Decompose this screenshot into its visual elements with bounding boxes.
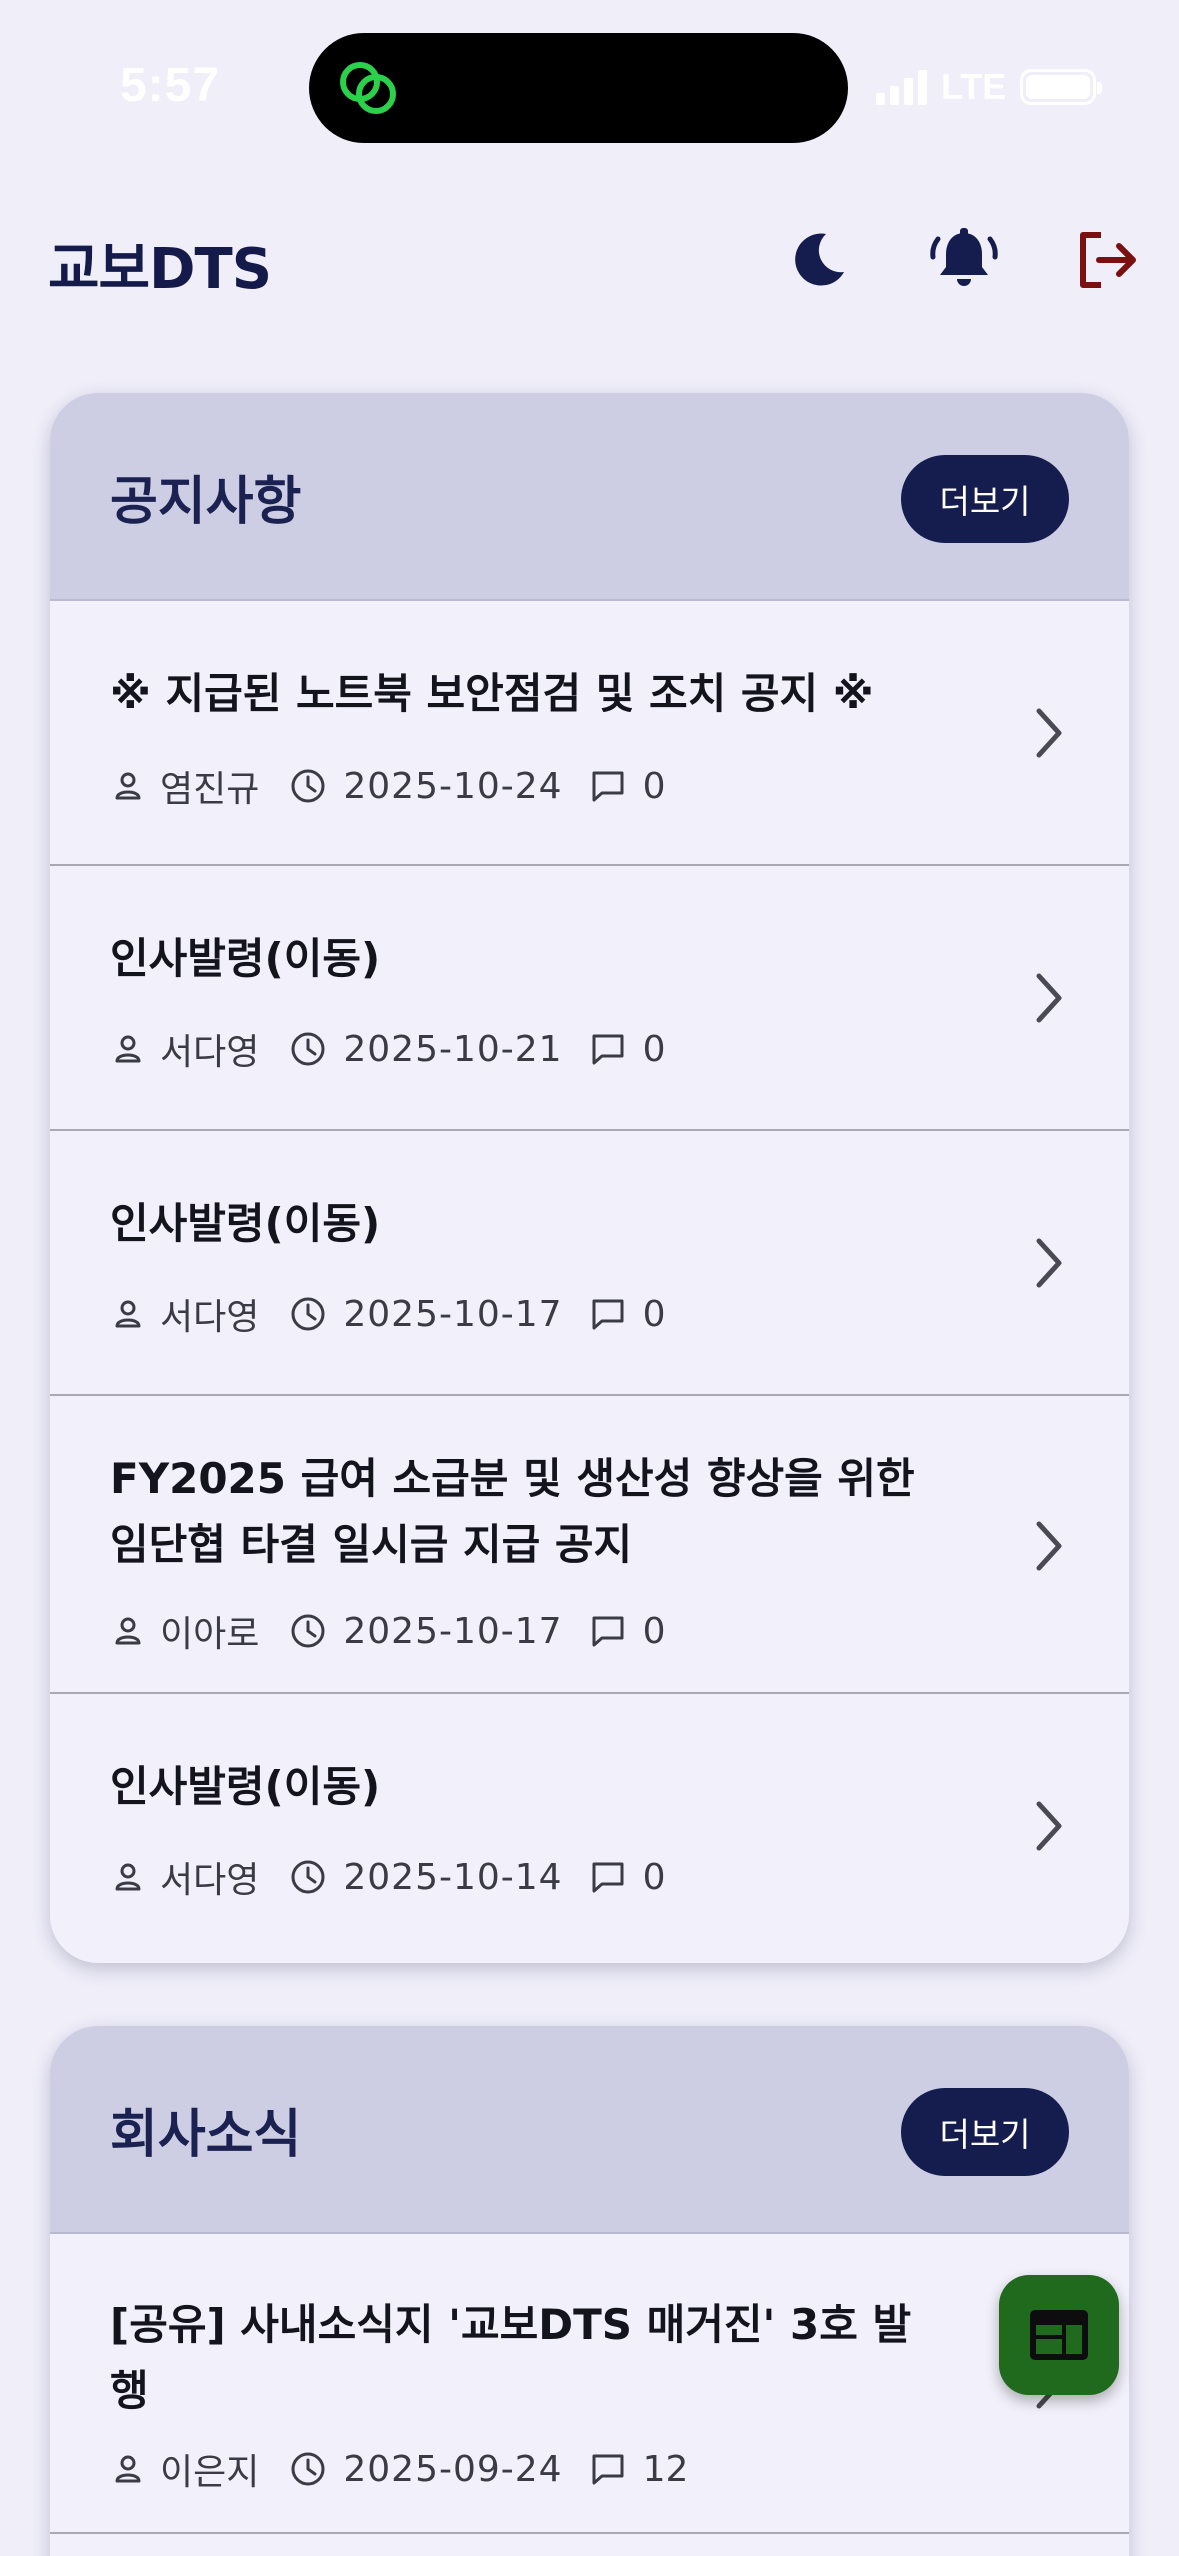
notice-item[interactable]: 인사발령(이동) 서다영 2025-10-21 0 <box>50 866 1129 1131</box>
notice-meta: 서다영 2025-10-14 0 <box>110 1852 666 1902</box>
person-icon <box>115 772 141 800</box>
notice-date: 2025-10-21 <box>343 1028 563 1070</box>
notice-item[interactable]: ※ 지급된 노트북 보안점검 및 조치 공지 ※ 염진규 2025-10-24 … <box>50 601 1129 866</box>
notice-author: 이아로 <box>160 1614 260 1655</box>
notices-more-button[interactable]: 더보기 <box>901 455 1069 543</box>
notice-date: 2025-10-17 <box>343 1610 563 1652</box>
notice-title-line: 임단협 타결 일시금 지급 공지 <box>110 1520 633 1569</box>
network-type: LTE <box>941 66 1007 107</box>
person-icon <box>115 1863 141 1891</box>
dark-mode-button[interactable] <box>778 220 858 300</box>
notice-date: 2025-10-14 <box>343 1856 563 1898</box>
notice-meta: 서다영 2025-10-17 0 <box>110 1289 666 1339</box>
notice-comment-count: 0 <box>642 1610 666 1652</box>
notice-author: 염진규 <box>160 769 260 810</box>
news-author: 이은지 <box>160 2452 260 2493</box>
comment-icon <box>592 1616 624 1647</box>
news-date: 2025-09-24 <box>343 2448 563 2490</box>
news-title: 회사소식 <box>110 2105 302 2165</box>
notice-comment-count: 0 <box>642 1856 666 1898</box>
news-more-button[interactable]: 더보기 <box>901 2088 1069 2176</box>
notice-meta: 이아로 2025-10-17 0 <box>110 1606 666 1656</box>
web-layout-icon <box>1030 2310 1088 2360</box>
news-item-title: [공유] 사내소식지 '교보DTS 매거진' 3호 발 행 <box>110 2292 1010 2424</box>
news-card-header: 회사소식 더보기 <box>50 2026 1129 2234</box>
status-indicators: LTE <box>876 62 1103 112</box>
clock-icon <box>291 2452 325 2486</box>
clock-icon <box>291 1032 325 1066</box>
notice-item[interactable]: 인사발령(이동) 서다영 2025-10-14 0 <box>50 1694 1129 1960</box>
link-rings-icon <box>340 62 396 114</box>
notice-item[interactable]: FY2025 급여 소급분 및 생산성 향상을 위한 임단협 타결 일시금 지급… <box>50 1396 1129 1694</box>
notice-title: 인사발령(이동) <box>110 1762 381 1811</box>
person-icon <box>115 1617 141 1645</box>
news-title-line: [공유] 사내소식지 '교보DTS 매거진' 3호 발 <box>110 2300 912 2349</box>
chevron-right-icon <box>1036 1521 1062 1571</box>
dynamic-island <box>309 33 848 143</box>
notice-title-line: FY2025 급여 소급분 및 생산성 향상을 위한 <box>110 1454 915 1503</box>
comment-icon <box>592 771 624 802</box>
notifications-button[interactable] <box>924 220 1004 300</box>
notice-title: 인사발령(이동) <box>110 1199 381 1248</box>
notice-meta: 염진규 2025-10-24 0 <box>110 761 666 811</box>
news-comment-count: 12 <box>642 2448 689 2490</box>
notice-title: ※ 지급된 노트북 보안점검 및 조치 공지 ※ <box>110 669 874 718</box>
notice-title: 인사발령(이동) <box>110 934 381 983</box>
notice-author: 서다영 <box>160 1297 260 1338</box>
person-icon <box>115 1035 141 1063</box>
comment-icon <box>592 2454 624 2485</box>
comment-icon <box>592 1862 624 1893</box>
web-layout-fab[interactable] <box>999 2275 1119 2395</box>
logout-icon <box>1080 232 1136 288</box>
notice-date: 2025-10-24 <box>343 765 563 807</box>
notice-date: 2025-10-17 <box>343 1293 563 1335</box>
status-bar: 5:57 LTE <box>0 0 1179 170</box>
clock-icon <box>291 1614 325 1648</box>
comment-icon <box>592 1299 624 1330</box>
clock-icon <box>291 769 325 803</box>
status-time: 5:57 <box>120 59 221 112</box>
notice-title: FY2025 급여 소급분 및 생산성 향상을 위한 임단협 타결 일시금 지급… <box>110 1446 1010 1578</box>
clock-icon <box>291 1860 325 1894</box>
news-card: 회사소식 더보기 [공유] 사내소식지 '교보DTS 매거진' 3호 발 행 이… <box>50 2026 1129 2556</box>
notice-comment-count: 0 <box>642 1028 666 1070</box>
moon-icon <box>795 233 844 286</box>
notice-item[interactable]: 인사발령(이동) 서다영 2025-10-17 0 <box>50 1131 1129 1396</box>
notice-author: 서다영 <box>160 1860 260 1901</box>
app-title: 교보DTS <box>48 237 272 302</box>
battery-icon <box>1020 69 1103 105</box>
notices-card-header: 공지사항 더보기 <box>50 393 1129 601</box>
chevron-right-icon <box>1036 708 1062 758</box>
logout-button[interactable] <box>1066 220 1146 300</box>
person-icon <box>115 1300 141 1328</box>
notices-card: 공지사항 더보기 ※ 지급된 노트북 보안점검 및 조치 공지 ※ 염진규 20… <box>50 393 1129 1963</box>
chevron-right-icon <box>1036 1238 1062 1288</box>
chevron-right-icon <box>1036 1801 1062 1851</box>
clock-icon <box>291 1297 325 1331</box>
comment-icon <box>592 1034 624 1065</box>
notice-author: 서다영 <box>160 1032 260 1073</box>
news-item[interactable]: [공유] 사내소식지 '교보DTS 매거진' 3호 발 행 이은지 2025-0… <box>50 2234 1129 2534</box>
app-header: 교보DTS <box>0 190 1179 330</box>
signal-icon <box>876 69 927 105</box>
news-title-line: 행 <box>110 2366 149 2415</box>
notices-title: 공지사항 <box>110 472 302 532</box>
notice-comment-count: 0 <box>642 765 666 807</box>
news-meta: 이은지 2025-09-24 12 <box>110 2444 688 2494</box>
person-icon <box>115 2455 141 2483</box>
chevron-right-icon <box>1036 973 1062 1023</box>
notice-comment-count: 0 <box>642 1293 666 1335</box>
notice-meta: 서다영 2025-10-21 0 <box>110 1024 666 1074</box>
bell-ringing-icon <box>930 228 998 286</box>
